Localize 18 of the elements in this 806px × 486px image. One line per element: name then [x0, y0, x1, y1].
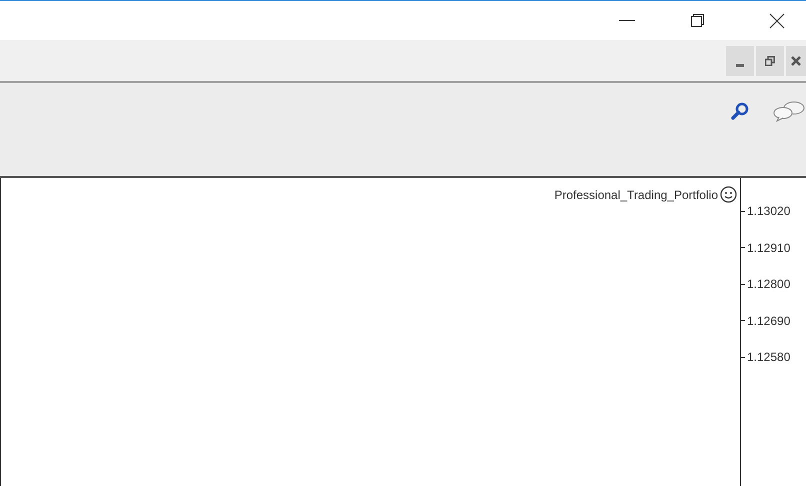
- close-icon: [791, 56, 801, 66]
- price-label: 1.12800: [746, 276, 790, 294]
- minimize-button[interactable]: [726, 46, 754, 76]
- price-label: 1.12580: [746, 349, 790, 366]
- chat-button[interactable]: [772, 99, 806, 123]
- minimize-icon: [619, 20, 635, 22]
- price-label: 1.12910: [746, 240, 790, 257]
- minimize-icon: [736, 64, 744, 66]
- restore-button[interactable]: [756, 46, 784, 76]
- smiley-icon: [720, 186, 737, 203]
- close-button[interactable]: [786, 46, 806, 76]
- restore-icon: [690, 14, 704, 27]
- search-icon: [731, 102, 749, 120]
- restore-icon: [765, 56, 775, 66]
- price-label: 1.13020: [746, 203, 790, 220]
- expert-name: Professional_Trading_Portfolio: [554, 187, 718, 204]
- close-icon: [769, 12, 785, 28]
- price-label: 1.12690: [746, 312, 790, 330]
